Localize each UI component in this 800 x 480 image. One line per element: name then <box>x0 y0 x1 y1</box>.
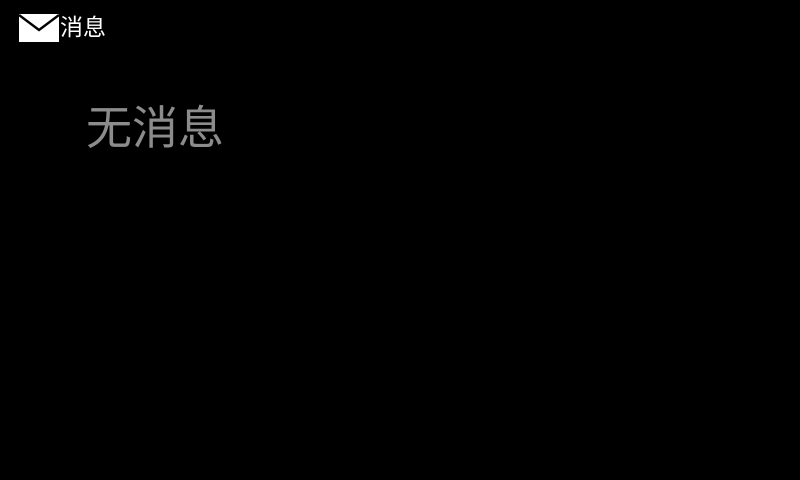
mail-icon <box>19 14 59 42</box>
empty-state-message: 无消息 <box>86 101 224 155</box>
messages-screen: 消息 无消息 <box>0 0 800 480</box>
header: 消息 <box>19 12 106 44</box>
page-title: 消息 <box>60 15 106 41</box>
